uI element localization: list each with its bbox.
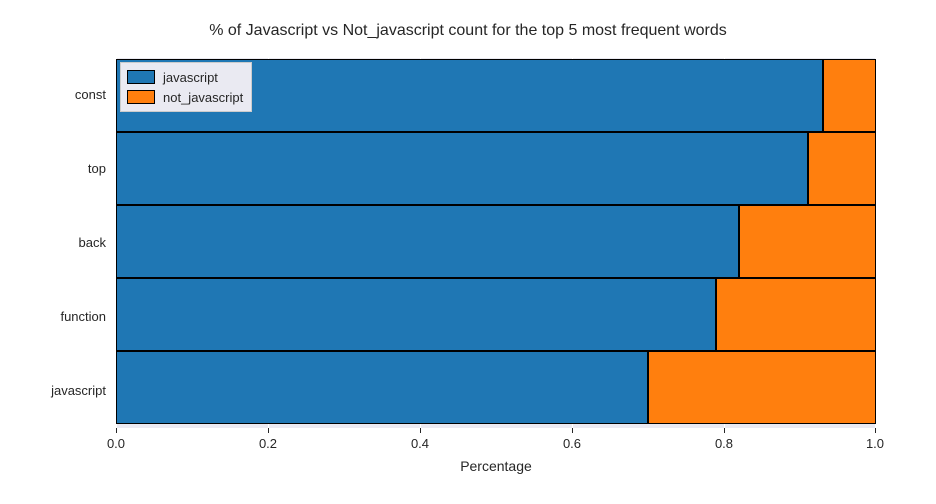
xtick-label: 1.0	[855, 436, 895, 451]
bar-row	[116, 205, 876, 278]
xtick-mark	[875, 428, 876, 433]
bar-row	[116, 132, 876, 205]
legend-label-njs: not_javascript	[163, 90, 243, 105]
xtick-mark	[572, 428, 573, 433]
bar-segment-javascript	[116, 351, 648, 424]
bar-segment-not-javascript	[716, 278, 876, 351]
legend-swatch-njs	[127, 90, 155, 104]
bar-segment-javascript	[116, 205, 739, 278]
xtick-label: 0.2	[248, 436, 288, 451]
bar-segment-not-javascript	[808, 132, 876, 205]
ytick-label: const	[26, 87, 106, 102]
bar-segment-javascript	[116, 278, 716, 351]
ytick-label: function	[26, 309, 106, 324]
chart-title: % of Javascript vs Not_javascript count …	[0, 22, 936, 40]
plot-area: javascript not_javascript	[116, 58, 876, 428]
bar-segment-not-javascript	[739, 205, 876, 278]
ytick-label: javascript	[26, 383, 106, 398]
bar-row	[116, 278, 876, 351]
ytick-label: top	[26, 161, 106, 176]
xtick-label: 0.6	[552, 436, 592, 451]
bar-segment-not-javascript	[648, 351, 876, 424]
legend-swatch-js	[127, 70, 155, 84]
chart-container: % of Javascript vs Not_javascript count …	[0, 0, 936, 504]
bar-segment-javascript	[116, 132, 808, 205]
xtick-label: 0.0	[96, 436, 136, 451]
xtick-mark	[268, 428, 269, 433]
xtick-label: 0.4	[400, 436, 440, 451]
bar-row	[116, 351, 876, 424]
legend-item-javascript: javascript	[127, 67, 243, 87]
legend-label-js: javascript	[163, 70, 218, 85]
legend: javascript not_javascript	[120, 62, 252, 112]
xtick-mark	[420, 428, 421, 433]
ytick-label: back	[26, 235, 106, 250]
xtick-mark	[724, 428, 725, 433]
x-axis-label: Percentage	[116, 458, 876, 474]
xtick-label: 0.8	[704, 436, 744, 451]
legend-item-not-javascript: not_javascript	[127, 87, 243, 107]
bar-segment-not-javascript	[823, 59, 876, 132]
xtick-mark	[116, 428, 117, 433]
